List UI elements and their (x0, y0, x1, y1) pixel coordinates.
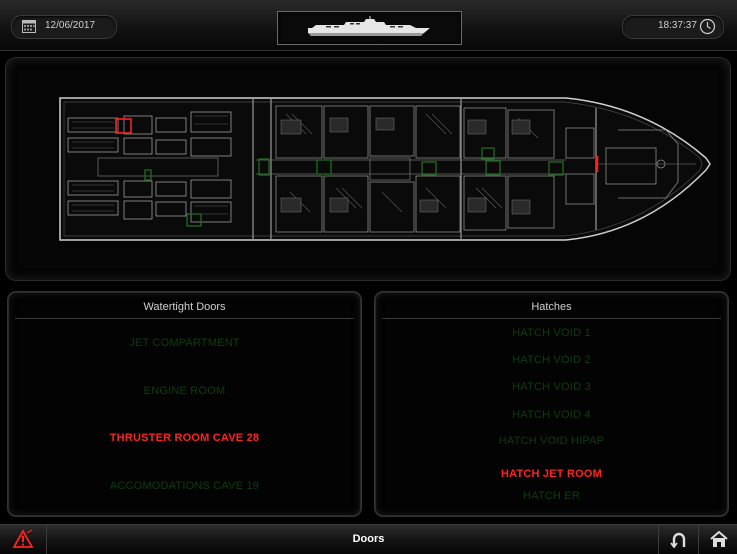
date-display: 12/06/2017 (11, 15, 117, 39)
yacht-icon (308, 16, 430, 36)
hatch-item-void-1[interactable]: HATCH VOID 1 (376, 327, 727, 339)
time-text: 18:37:37 (658, 20, 697, 31)
top-bar: 12/06/2017 18:37:37 (0, 0, 737, 51)
watertight-doors-title: Watertight Doors (15, 301, 354, 319)
hatch-item-void-3[interactable]: HATCH VOID 3 (376, 381, 727, 393)
hatches-panel: Hatches HATCH VOID 1 HATCH VOID 2 HATCH … (375, 292, 728, 516)
watertight-doors-panel: Watertight Doors JET COMPARTMENT ENGINE … (8, 292, 361, 516)
clock-icon (699, 18, 716, 35)
calendar-icon (22, 20, 36, 33)
page-title: Doors (352, 533, 385, 545)
deck-plan (59, 97, 711, 241)
door-item-jet-compartment[interactable]: JET COMPARTMENT (9, 337, 360, 349)
hatch-item-void-4[interactable]: HATCH VOID 4 (376, 409, 727, 421)
home-icon (710, 531, 728, 547)
vessel-logo-frame (277, 11, 462, 45)
hatch-item-void-hipap[interactable]: HATCH VOID HIPAP (376, 435, 727, 447)
bottom-bar: Doors (0, 524, 737, 554)
home-button[interactable] (698, 525, 737, 554)
deck-plan-panel (6, 58, 730, 280)
hatch-item-void-2[interactable]: HATCH VOID 2 (376, 354, 727, 366)
door-item-engine-room[interactable]: ENGINE ROOM (9, 385, 360, 397)
undo-icon (670, 532, 686, 548)
door-item-thruster-room[interactable]: THRUSTER ROOM CAVE 28 (9, 432, 360, 444)
hatch-item-er[interactable]: HATCH ER (376, 490, 727, 502)
hatches-title: Hatches (382, 301, 721, 319)
date-text: 12/06/2017 (45, 20, 96, 31)
door-item-accomodations[interactable]: ACCOMODATIONS CAVE 19 (9, 480, 360, 492)
back-button[interactable] (658, 525, 699, 554)
time-display: 18:37:37 (622, 15, 724, 39)
hatch-item-jet-room[interactable]: HATCH JET ROOM (376, 468, 727, 480)
